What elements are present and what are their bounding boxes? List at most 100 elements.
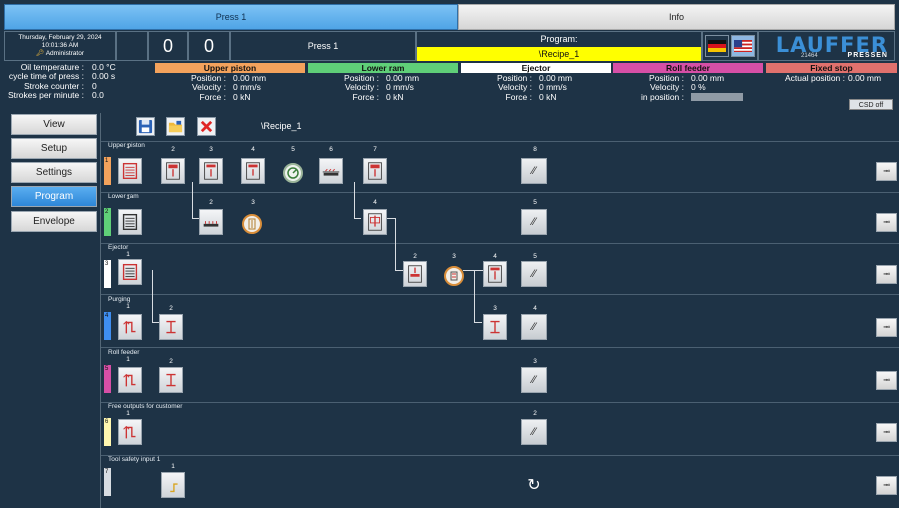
nav-view[interactable]: View	[11, 114, 97, 135]
step-number: 1	[171, 463, 175, 470]
press-up-icon[interactable]	[403, 261, 427, 287]
step-number: 8	[533, 146, 537, 153]
lane-separator	[101, 192, 899, 193]
safety-input-icon[interactable]	[161, 472, 185, 498]
recipe-name: \Recipe_1	[261, 121, 302, 131]
step-number: 2	[413, 253, 417, 260]
time-text: 10:01:36 AM	[41, 42, 79, 49]
cycle-time-value: 0.00 s	[92, 71, 116, 82]
ejector-force-label: Force :	[505, 91, 532, 102]
ejector-force-value: 0 kN	[539, 91, 557, 102]
save-icon[interactable]	[136, 117, 155, 136]
tool-closed-icon[interactable]	[118, 259, 142, 285]
roll-feeder-title: Roll feeder	[613, 63, 763, 73]
press-down-icon[interactable]	[161, 158, 185, 184]
next-step-icon[interactable]: ⁄⁄	[521, 158, 547, 184]
lane-pin-icon[interactable]: ⭲	[876, 213, 897, 232]
lane-tab-4: 4	[104, 312, 111, 340]
roll-in-position-label: in position :	[641, 91, 684, 102]
press-hold-icon[interactable]	[241, 158, 265, 184]
press-up-icon[interactable]	[199, 158, 223, 184]
step-number: 1	[126, 303, 130, 310]
timer-icon[interactable]	[283, 163, 303, 183]
valve-closed-icon[interactable]	[159, 314, 183, 340]
upper-piston-title: Upper piston	[155, 63, 305, 73]
ejector-pressure-icon[interactable]	[444, 266, 464, 286]
valve-open-icon[interactable]	[118, 367, 142, 393]
next-step-icon[interactable]: ⁄⁄	[521, 419, 547, 445]
step-number: 1	[126, 410, 130, 417]
ejector-title: Ejector	[461, 63, 611, 73]
logo-subtext: PRESSEN	[847, 52, 888, 59]
program-panel[interactable]: Program: \Recipe_1	[416, 31, 702, 61]
lane-pin-icon[interactable]: ⭲	[876, 318, 897, 337]
press-down-icon[interactable]	[363, 209, 387, 235]
language-selector	[702, 31, 758, 61]
lane-title-tool-safety: Tool safety input 1	[108, 456, 161, 463]
lane-separator	[101, 141, 899, 142]
valve-closed-icon[interactable]	[483, 314, 507, 340]
step-number: 2	[533, 410, 537, 417]
step-number: 2	[169, 358, 173, 365]
nav-program[interactable]: Program	[11, 186, 97, 207]
csd-off-button[interactable]: CSD off	[849, 99, 893, 110]
step-number: 3	[452, 253, 456, 260]
program-value[interactable]: \Recipe_1	[417, 47, 701, 61]
connector-line	[395, 218, 396, 270]
open-folder-icon[interactable]	[166, 117, 185, 136]
lane-pin-icon[interactable]: ⭲	[876, 371, 897, 390]
connector-line	[152, 322, 159, 323]
datetime-panel: Thursday, February 29, 2024 10:01:36 AM …	[4, 31, 116, 61]
actual-position-label: Actual position :	[784, 73, 845, 83]
next-step-icon[interactable]: ⁄⁄	[521, 209, 547, 235]
valve-open-icon[interactable]	[118, 314, 142, 340]
program-editor: \Recipe_1 Upper piston Lower ram Ejector…	[100, 113, 899, 508]
nav-envelope[interactable]: Envelope	[11, 211, 97, 232]
loop-icon[interactable]: ↻	[521, 472, 547, 498]
step-number: 4	[493, 253, 497, 260]
lane-separator	[101, 455, 899, 456]
feed-material-icon[interactable]	[319, 158, 343, 184]
lane-title-roll-feeder: Roll feeder	[108, 349, 140, 356]
in-position-indicator	[691, 93, 743, 102]
step-number: 6	[329, 146, 333, 153]
lane-pin-icon[interactable]: ⭲	[876, 476, 897, 495]
nav-setup[interactable]: Setup	[11, 138, 97, 159]
lane-pin-icon[interactable]: ⭲	[876, 162, 897, 181]
tab-press-1[interactable]: Press 1	[4, 4, 458, 30]
next-step-icon[interactable]: ⁄⁄	[521, 314, 547, 340]
step-number: 3	[533, 358, 537, 365]
step-number: 1	[126, 356, 130, 363]
upper-piston-group: Upper piston Position :0.00 mm Velocity …	[155, 63, 305, 111]
pressure-gauge-icon[interactable]	[242, 214, 262, 234]
lane-pin-icon[interactable]: ⭲	[876, 423, 897, 442]
valve-open-icon[interactable]	[118, 419, 142, 445]
lane-separator	[101, 402, 899, 403]
next-step-icon[interactable]: ⁄⁄	[521, 261, 547, 287]
lauffer-logo: LAUFFER PRESSEN 21464	[758, 31, 895, 61]
feed-material-icon[interactable]	[199, 209, 223, 235]
step-number: 3	[493, 305, 497, 312]
delete-icon[interactable]	[197, 117, 216, 136]
step-number: 5	[291, 146, 295, 153]
tool-closed-icon[interactable]	[118, 158, 142, 184]
tool-closed-icon[interactable]	[118, 209, 142, 235]
next-step-icon[interactable]: ⁄⁄	[521, 367, 547, 393]
step-number: 2	[169, 305, 173, 312]
german-flag-icon[interactable]	[705, 35, 729, 57]
lane-separator	[101, 294, 899, 295]
connector-line	[354, 218, 361, 219]
us-flag-icon[interactable]	[731, 35, 755, 57]
lane-pin-icon[interactable]: ⭲	[876, 265, 897, 284]
lower-ram-title: Lower ram	[308, 63, 458, 73]
step-number: 5	[533, 199, 537, 206]
valve-closed-icon[interactable]	[159, 367, 183, 393]
connector-line	[474, 270, 475, 322]
press-cycle-icon[interactable]	[483, 261, 507, 287]
tab-info[interactable]: Info	[458, 4, 895, 30]
nav-settings[interactable]: Settings	[11, 162, 97, 183]
ejector-group: Ejector Position :0.00 mm Velocity :0 mm…	[461, 63, 611, 111]
press-cycle-icon[interactable]	[363, 158, 387, 184]
upper-force-label: Force :	[199, 91, 226, 102]
lower-force-value: 0 kN	[386, 91, 404, 102]
